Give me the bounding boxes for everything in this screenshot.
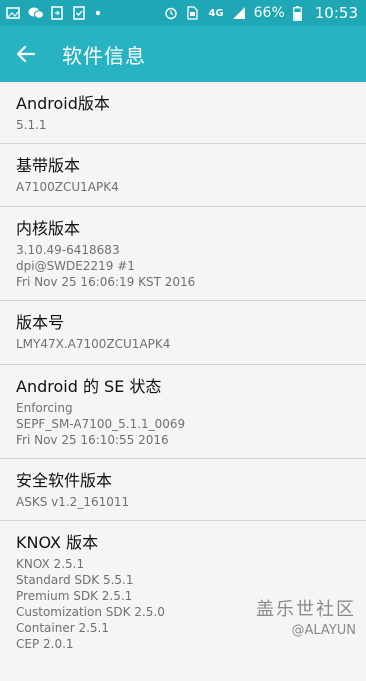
battery-icon <box>292 6 307 21</box>
list-item-value: SEPF_SM-A7100_5.1.1_0069 <box>16 417 186 431</box>
community-watermark: 盖乐世社区 @ALAYUN <box>256 595 356 638</box>
status-bar-right: 4G 66% 10:53 <box>164 4 358 22</box>
sim-card-icon <box>186 6 200 20</box>
list-item-value: 3.10.49-6418683 <box>16 243 120 257</box>
wechat-notification-icon <box>28 6 44 20</box>
list-item-title: 基带版本 <box>16 156 81 175</box>
page-title: 软件信息 <box>62 43 146 68</box>
gallery-notification-icon <box>6 6 20 20</box>
list-item-title: Android版本 <box>16 94 110 113</box>
arrow-left-icon <box>16 45 36 63</box>
list-item-value: ASKS v1.2_161011 <box>16 495 130 509</box>
list-item-title: KNOX 版本 <box>16 533 99 552</box>
list-item-value: Fri Nov 25 16:06:19 KST 2016 <box>16 275 196 289</box>
list-item-title: Android 的 SE 状态 <box>16 377 162 396</box>
list-item-value: Fri Nov 25 16:10:55 2016 <box>16 433 169 447</box>
list-item-value: dpi@SWDE2219 #1 <box>16 259 135 273</box>
list-item-kernel-version[interactable]: 内核版本 3.10.49-6418683 dpi@SWDE2219 #1 Fri… <box>0 207 366 301</box>
list-item-value: LMY47X.A7100ZCU1APK4 <box>16 337 171 351</box>
more-dot-icon <box>94 6 108 20</box>
list-item-value: KNOX 2.5.1 <box>16 557 85 571</box>
status-bar: 4G 66% 10:53 <box>0 0 366 26</box>
list-item-value: Enforcing <box>16 401 73 415</box>
alarm-icon <box>164 6 178 20</box>
app-bar: 软件信息 <box>0 26 366 82</box>
clock: 10:53 <box>314 4 358 22</box>
list-item-android-version[interactable]: Android版本 5.1.1 <box>0 82 366 144</box>
list-item-security-software-version[interactable]: 安全软件版本 ASKS v1.2_161011 <box>0 459 366 521</box>
watermark-title: 盖乐世社区 <box>256 599 356 620</box>
list-item-title: 安全软件版本 <box>16 471 113 490</box>
battery-percent: 66% <box>253 5 285 21</box>
list-item-build-number[interactable]: 版本号 LMY47X.A7100ZCU1APK4 <box>0 301 366 365</box>
watermark-handle: @ALAYUN <box>291 623 357 638</box>
list-item-value: 5.1.1 <box>16 118 47 132</box>
signal-strength-icon <box>232 6 246 20</box>
list-item-value: Standard SDK 5.5.1 <box>16 573 134 587</box>
list-item-baseband-version[interactable]: 基带版本 A7100ZCU1APK4 <box>0 144 366 207</box>
clipboard-notification-icon <box>50 6 64 20</box>
download-notification-icon <box>72 6 86 20</box>
list-item-title: 内核版本 <box>16 219 81 238</box>
network-type-label: 4G <box>208 7 224 19</box>
status-bar-left <box>6 6 108 20</box>
software-info-list: Android版本 5.1.1 基带版本 A7100ZCU1APK4 内核版本 … <box>0 82 366 681</box>
list-item-value: A7100ZCU1APK4 <box>16 180 119 194</box>
back-button[interactable] <box>14 42 38 66</box>
list-item-title: 版本号 <box>16 313 65 332</box>
list-item-se-status[interactable]: Android 的 SE 状态 Enforcing SEPF_SM-A7100_… <box>0 365 366 459</box>
